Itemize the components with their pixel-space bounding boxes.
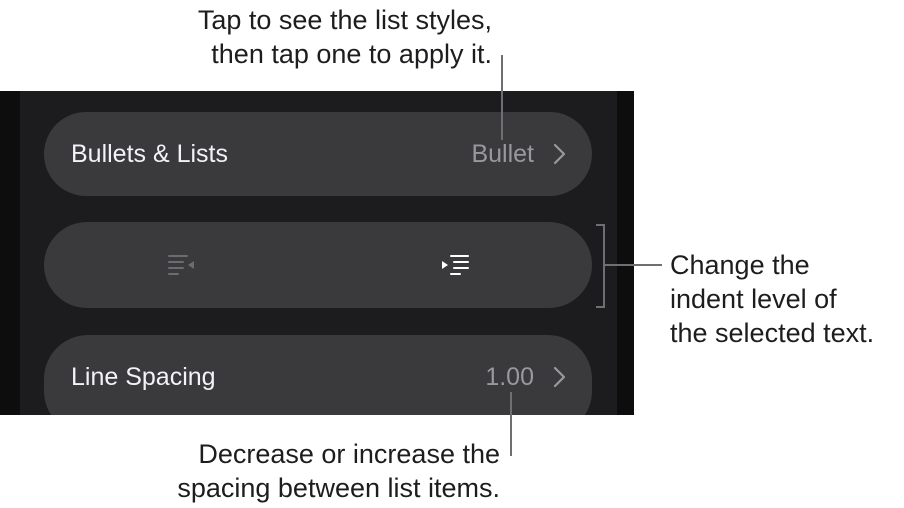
decrease-indent-button[interactable] bbox=[44, 222, 318, 308]
callout-line: indent level of bbox=[670, 284, 837, 314]
leader-line-bottom bbox=[510, 392, 512, 456]
increase-indent-icon bbox=[442, 255, 469, 275]
bracket-bottom-tick bbox=[596, 306, 605, 308]
callout-line-spacing: Decrease or increase the spacing between… bbox=[177, 437, 500, 505]
callout-line: Change the bbox=[670, 250, 810, 280]
bullets-lists-label: Bullets & Lists bbox=[71, 140, 229, 168]
callout-line: Tap to see the list styles, bbox=[197, 5, 492, 35]
indent-control-row bbox=[44, 222, 592, 308]
panel-edge-right bbox=[617, 91, 634, 415]
panel-edge-left bbox=[0, 91, 20, 415]
bullets-lists-row[interactable]: Bullets & Lists Bullet bbox=[44, 112, 592, 196]
leader-line-right bbox=[605, 264, 662, 266]
callout-line: the selected text. bbox=[670, 318, 875, 348]
increase-indent-button[interactable] bbox=[318, 222, 592, 308]
callout-line: spacing between list items. bbox=[177, 473, 500, 503]
bracket-vertical bbox=[603, 224, 605, 308]
chevron-right-icon bbox=[553, 366, 566, 388]
leader-line-top bbox=[501, 55, 503, 140]
chevron-right-icon bbox=[553, 143, 566, 165]
callout-list-styles: Tap to see the list styles, then tap one… bbox=[198, 3, 492, 71]
callout-line: then tap one to apply it. bbox=[211, 39, 492, 69]
callout-indent-level: Change the indent level of the selected … bbox=[670, 248, 874, 350]
line-spacing-label: Line Spacing bbox=[71, 363, 216, 391]
callout-line: Decrease or increase the bbox=[198, 439, 500, 469]
decrease-indent-icon bbox=[168, 255, 194, 275]
format-panel: Bullets & Lists Bullet Line Spacing 1.00 bbox=[0, 91, 634, 415]
bracket-top-tick bbox=[596, 224, 605, 226]
